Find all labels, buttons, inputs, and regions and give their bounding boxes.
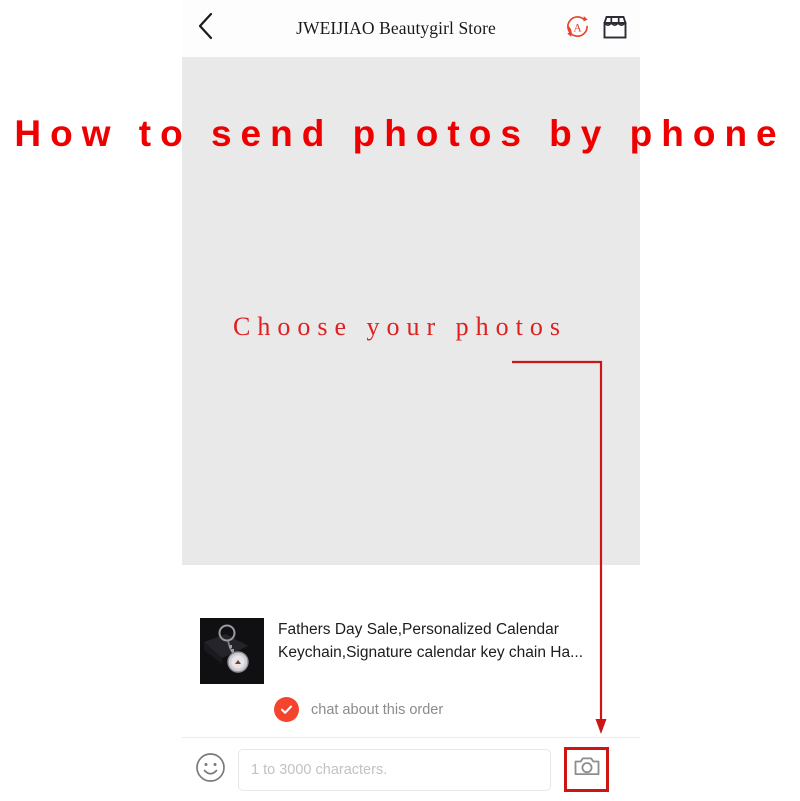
- product-row[interactable]: Fathers Day Sale,Personalized Calendar K…: [200, 618, 598, 684]
- emoji-button[interactable]: [182, 739, 238, 801]
- back-button[interactable]: [182, 0, 228, 57]
- chat-about-order-row[interactable]: chat about this order: [274, 697, 443, 722]
- translate-button[interactable]: A: [558, 0, 596, 57]
- chat-content-panel: [182, 57, 640, 565]
- chat-about-order-label: chat about this order: [311, 701, 444, 718]
- phone-screen: JWEIJIAO Beautygirl Store A Fathers Day …: [182, 0, 640, 801]
- store-name-title: JWEIJIAO Beautygirl Store: [296, 18, 496, 38]
- app-header: JWEIJIAO Beautygirl Store A: [182, 0, 640, 57]
- chevron-left-icon: [197, 12, 214, 45]
- header-actions: A: [558, 0, 640, 57]
- check-circle-icon: [274, 697, 299, 722]
- store-front-icon: [601, 13, 629, 45]
- product-title: Fathers Day Sale,Personalized Calendar K…: [278, 621, 584, 661]
- camera-button[interactable]: [564, 747, 609, 792]
- smiley-face-icon: [195, 752, 226, 788]
- message-input-bar: [182, 737, 640, 801]
- product-thumbnail[interactable]: [200, 618, 264, 684]
- camera-icon: [573, 755, 601, 784]
- svg-text:A: A: [573, 22, 582, 34]
- store-home-button[interactable]: [596, 0, 634, 57]
- translate-a-icon: A: [565, 14, 590, 44]
- order-product-block: Fathers Day Sale,Personalized Calendar K…: [182, 565, 640, 737]
- message-input[interactable]: [238, 748, 551, 791]
